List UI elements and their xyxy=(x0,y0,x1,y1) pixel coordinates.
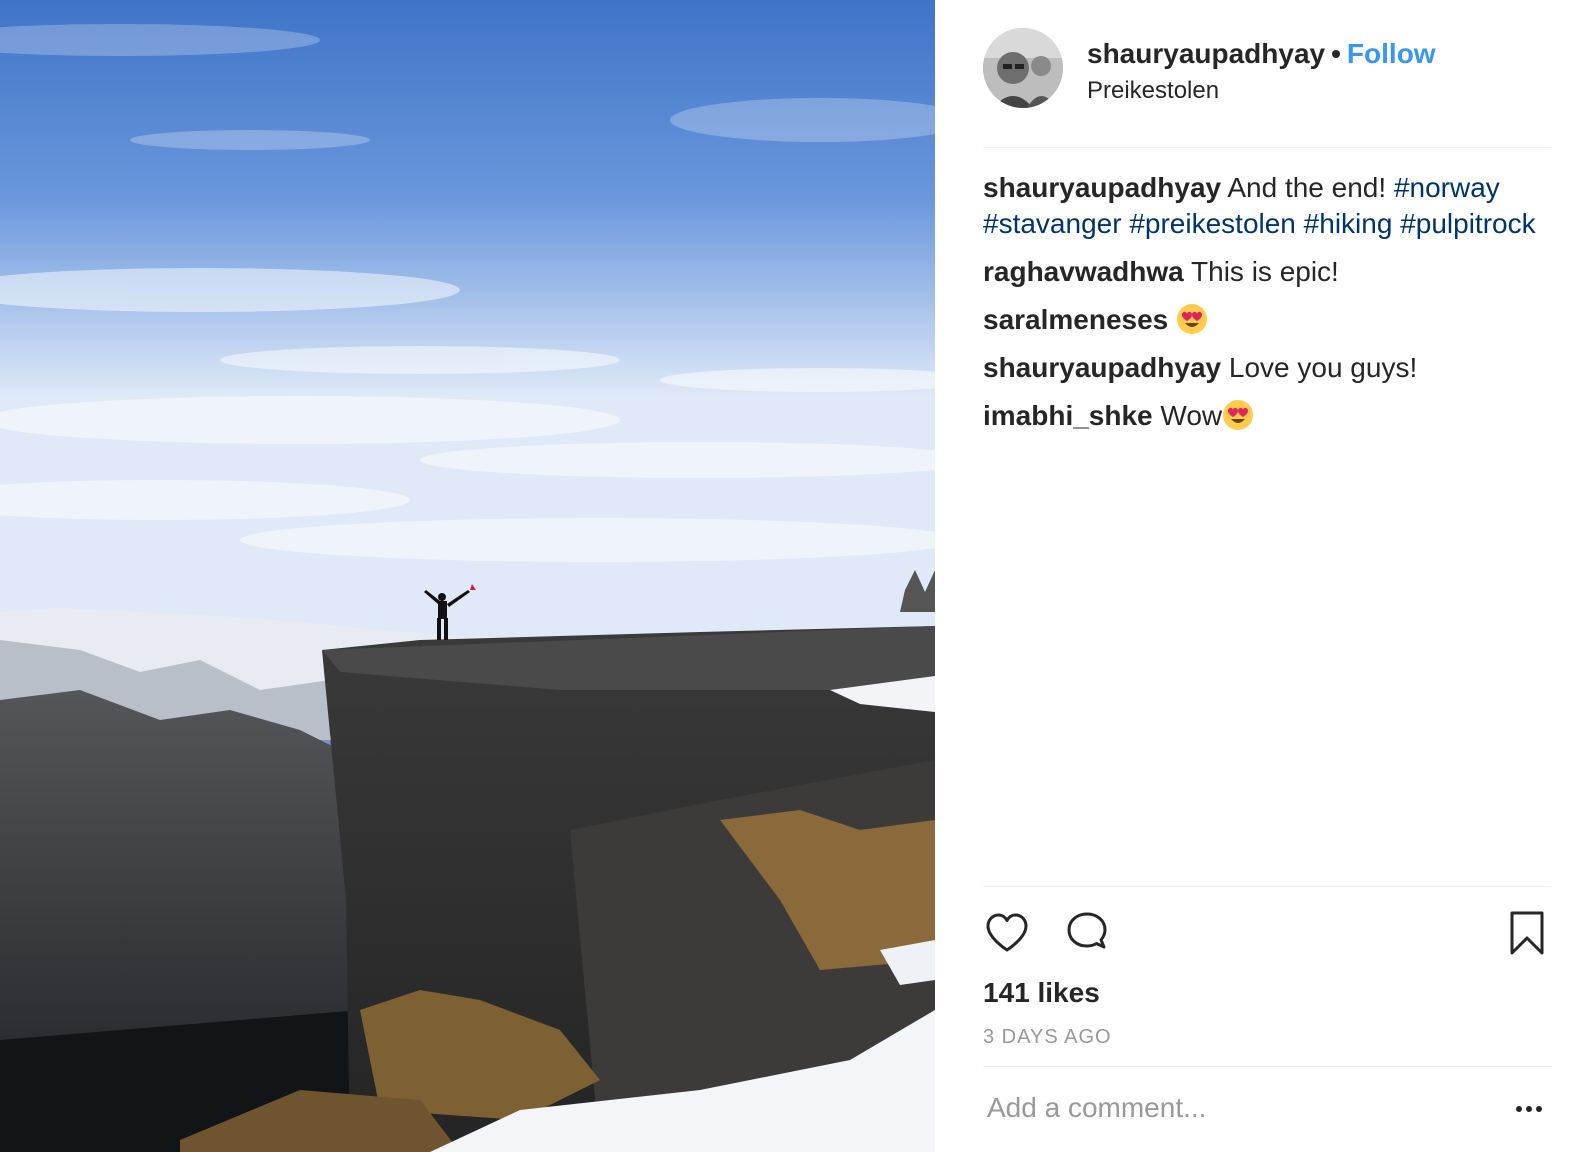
comment-button[interactable] xyxy=(1063,909,1111,957)
header-text: shauryaupadhyay • Follow Preikestolen xyxy=(1087,36,1436,106)
post-sidebar: shauryaupadhyay • Follow Preikestolen shau… xyxy=(935,0,1584,1152)
like-button[interactable] xyxy=(983,909,1031,957)
separator-dot: • xyxy=(1331,38,1341,69)
comment-item: raghavwadhwa This is epic! xyxy=(983,254,1551,290)
comment-username[interactable]: saralmeneses xyxy=(983,304,1168,335)
follow-button[interactable]: Follow xyxy=(1347,38,1436,69)
action-bar: 141 likes 3 DAYS AGO xyxy=(983,886,1551,1066)
caption-username[interactable]: shauryaupadhyay xyxy=(983,172,1221,203)
hashtag-link[interactable]: #pulpitrock xyxy=(1400,208,1535,239)
more-options-button[interactable] xyxy=(1511,1091,1547,1127)
hashtag-link[interactable]: #hiking xyxy=(1304,208,1393,239)
comment-username[interactable]: raghavwadhwa xyxy=(983,256,1184,287)
comments-list: shauryaupadhyay And the end! #norway #st… xyxy=(983,170,1551,446)
comment-item: saralmeneses xyxy=(983,302,1551,338)
profile-photo xyxy=(983,28,1063,108)
author-username[interactable]: shauryaupadhyay xyxy=(1087,38,1325,69)
hashtag-link[interactable]: #stavanger xyxy=(983,208,1122,239)
post-photo[interactable] xyxy=(0,0,935,1152)
save-button[interactable] xyxy=(1503,909,1551,957)
add-comment-section xyxy=(983,1066,1551,1152)
bookmark-icon xyxy=(1510,911,1544,955)
heart-eyes-emoji-icon xyxy=(1223,400,1254,430)
comment-input[interactable] xyxy=(987,1087,1487,1129)
caption-text: And the end! xyxy=(1227,172,1387,203)
likes-count[interactable]: 141 likes xyxy=(983,975,1100,1011)
comment-username[interactable]: shauryaupadhyay xyxy=(983,352,1221,383)
comment-text: Love you guys! xyxy=(1228,352,1418,383)
ellipsis-icon xyxy=(1516,1106,1542,1112)
post-header: shauryaupadhyay • Follow Preikestolen xyxy=(983,28,1551,148)
comment-item: shauryaupadhyay Love you guys! xyxy=(983,350,1551,386)
location-link[interactable]: Preikestolen xyxy=(1087,76,1436,106)
heart-icon xyxy=(986,913,1028,952)
speech-bubble-icon xyxy=(1067,912,1107,949)
heart-eyes-emoji-icon xyxy=(1177,304,1208,334)
comment-item: imabhi_shke Wow xyxy=(983,398,1551,434)
cliff-landscape-image xyxy=(0,0,935,1152)
comment-text: This is epic! xyxy=(1191,256,1339,287)
comment-text: Wow xyxy=(1160,400,1223,431)
avatar[interactable] xyxy=(983,28,1063,108)
comment-username[interactable]: imabhi_shke xyxy=(983,400,1153,431)
post-timestamp[interactable]: 3 DAYS AGO xyxy=(983,1025,1112,1049)
hashtag-link[interactable]: #preikestolen xyxy=(1129,208,1296,239)
username-line: shauryaupadhyay • Follow xyxy=(1087,36,1436,72)
hashtag-link[interactable]: #norway xyxy=(1394,172,1500,203)
caption: shauryaupadhyay And the end! #norway #st… xyxy=(983,170,1551,242)
